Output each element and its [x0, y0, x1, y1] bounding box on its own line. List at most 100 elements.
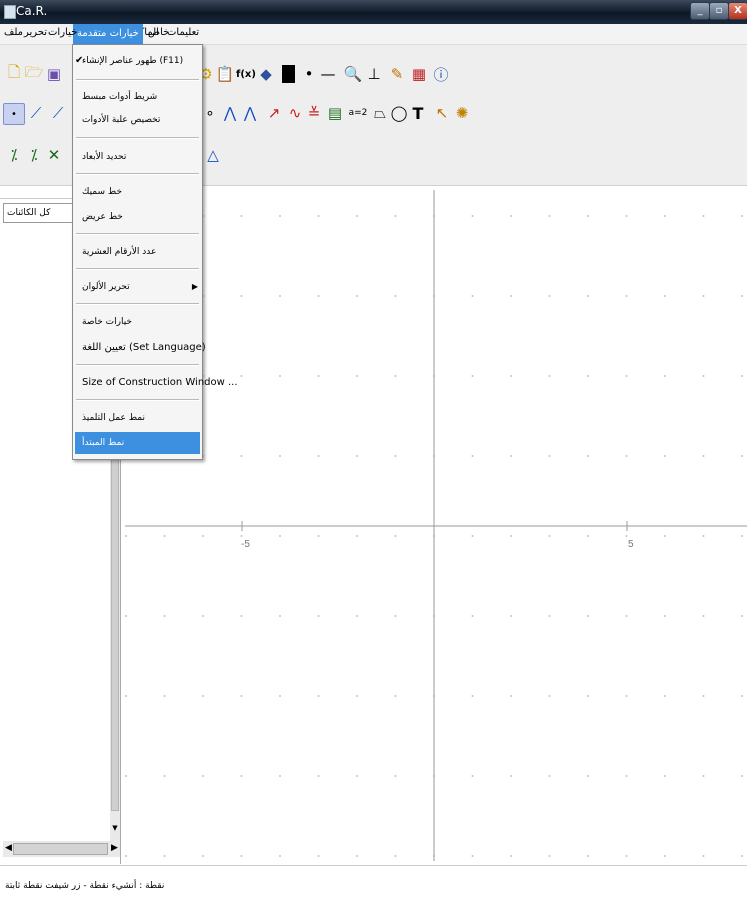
grid-dot	[394, 615, 397, 617]
menu-options[interactable]: خيارات	[48, 27, 77, 38]
close-button[interactable]: X	[728, 2, 747, 20]
line-tool-icon[interactable]: ⟋	[48, 103, 68, 123]
polygon-point-icon[interactable]: ∘	[200, 103, 220, 123]
grid-dot	[471, 775, 474, 777]
triangle-tool-icon[interactable]: ⋀	[240, 103, 260, 123]
grid-dot	[394, 295, 397, 297]
grid-dot	[394, 375, 397, 377]
grid-dot	[356, 215, 358, 217]
scroll-down-arrow-icon[interactable]: ▼	[110, 824, 120, 836]
x-axis-label-pos5: 5	[628, 539, 634, 550]
triangle-area-icon[interactable]: △	[203, 145, 223, 165]
ratio-tool-icon[interactable]: ⁒	[24, 145, 44, 165]
grid-dot	[510, 695, 512, 697]
grid-dot	[741, 695, 743, 697]
grid-dot	[394, 535, 397, 537]
grid-dot	[317, 535, 320, 537]
point-size-icon[interactable]: •	[299, 64, 319, 84]
grid-dot	[741, 455, 743, 457]
grid-dot	[394, 695, 397, 697]
zoom-icon[interactable]: 🔍	[343, 64, 363, 84]
circle-tool-icon[interactable]: ◯	[389, 103, 409, 123]
parabola-tool-icon[interactable]: ≚	[304, 103, 324, 123]
clipboard-icon[interactable]: 📋	[215, 64, 235, 84]
pencil-icon[interactable]: ✎	[387, 64, 407, 84]
grid-dot	[702, 855, 705, 857]
menu-help[interactable]: تعليمات	[167, 27, 199, 38]
menu-advanced-options[interactable]: خيارات متقدمة	[73, 24, 143, 44]
grid-dot	[741, 535, 743, 537]
grid-dot	[394, 775, 397, 777]
grid-dot	[510, 615, 512, 617]
curve-tool-icon[interactable]: ∿	[285, 103, 305, 123]
grid-dot	[471, 855, 474, 857]
menu-item-edit-colors[interactable]: تحرير الألوان ▶	[73, 277, 202, 297]
scroll-right-arrow-icon[interactable]: ▶	[111, 843, 118, 853]
menu-item-construction-window-size[interactable]: Size of Construction Window ...	[73, 373, 238, 393]
grid-dot	[625, 215, 628, 217]
angle-tool-icon[interactable]: ⋀	[220, 103, 240, 123]
menu-item-beginner-mode[interactable]: نمط المبتدأ	[75, 432, 200, 454]
color-grid-icon[interactable]: ▦	[409, 64, 429, 84]
status-bar: نقطة : أنشيء نقطة - زر شيفت نقطة ثابتة	[0, 865, 747, 901]
grid-dot	[587, 535, 589, 537]
image-tool-icon[interactable]: ▤	[325, 103, 345, 123]
maximize-button[interactable]: ▫	[709, 2, 729, 20]
menu-item-decimal-digits[interactable]: عدد الأرقام العشرية	[73, 242, 202, 262]
vector-tool-icon[interactable]: ↗	[264, 103, 284, 123]
grid-dot	[317, 295, 320, 297]
construction-canvas[interactable]: -5 5	[121, 186, 747, 864]
grid-dot	[279, 775, 281, 777]
fill-icon[interactable]	[278, 64, 298, 84]
minimize-button[interactable]: _	[690, 2, 710, 20]
menu-item-special-options[interactable]: خيارات خاصة	[73, 312, 202, 332]
horizontal-scrollbar[interactable]: ◀ ▶	[3, 841, 120, 857]
intersection-tool-icon[interactable]: ✕	[44, 145, 64, 165]
function-tool[interactable]: f(x)	[236, 64, 256, 84]
horizontal-scroll-thumb[interactable]	[13, 843, 108, 855]
menu-item-show-construction[interactable]: ✔ طهور عناصر الإنشاء (F11)	[73, 51, 202, 71]
status-text: نقطة : أنشيء نقطة - زر شيفت نقطة ثابتة	[5, 881, 165, 891]
menu-file[interactable]: ملف	[4, 27, 23, 38]
segment-tool-icon[interactable]: ⟋	[26, 103, 46, 123]
grid-dot	[625, 775, 628, 777]
new-file-icon[interactable]: 🗋	[4, 63, 24, 84]
expression-tool-icon[interactable]: a=2	[348, 103, 368, 123]
grid-dot	[356, 695, 358, 697]
flip-icon[interactable]: ◆	[256, 64, 276, 84]
midpoint-tool-icon[interactable]: ⁒	[4, 145, 24, 165]
menu-item-thick-line[interactable]: خط سميك	[73, 182, 202, 202]
grid-dot	[741, 615, 743, 617]
grid-dot	[741, 295, 743, 297]
grid-dot	[587, 695, 589, 697]
grid-dot	[279, 375, 281, 377]
grid-dot	[548, 375, 551, 377]
axis-icon[interactable]: ⊥	[364, 64, 384, 84]
quadrilateral-tool-icon[interactable]: ⏢	[370, 103, 390, 123]
object-filter-select[interactable]: كل الكائنات	[3, 203, 75, 223]
edit-tool-icon[interactable]: ↖	[432, 103, 452, 123]
open-folder-icon[interactable]: 🗁	[24, 63, 44, 84]
menu-item-customize-toolbox[interactable]: تخصيص علبة الأدوات	[73, 110, 202, 130]
save-icon[interactable]: ▣	[44, 64, 64, 84]
grid-dot	[587, 455, 589, 457]
menu-item-simple-toolbar[interactable]: شريط أدوات مبسط	[73, 87, 202, 107]
menu-item-wide-line[interactable]: خط عريض	[73, 207, 202, 227]
macro-tool-icon[interactable]: ✺	[452, 103, 472, 123]
grid-dot	[741, 775, 743, 777]
text-tool-icon[interactable]: T	[408, 103, 428, 123]
info-icon[interactable]: ⓘ	[431, 64, 451, 84]
grid-dot	[163, 615, 166, 617]
line-style-icon[interactable]: —	[318, 64, 338, 84]
menu-item-dimensions[interactable]: تحديد الأبعاد	[73, 147, 202, 167]
grid-dot	[471, 215, 474, 217]
grid-dot	[741, 855, 743, 857]
grid-dot	[317, 615, 320, 617]
menu-edit[interactable]: تحرير	[24, 27, 47, 38]
menu-item-set-language[interactable]: تعيين اللغة (Set Language)	[73, 338, 206, 358]
grid-dot	[625, 295, 628, 297]
grid-dot	[356, 295, 358, 297]
menu-item-student-mode[interactable]: نمط عمل التلميذ	[73, 408, 202, 428]
point-tool-icon[interactable]: •	[3, 103, 25, 125]
scroll-left-arrow-icon[interactable]: ◀	[5, 843, 12, 853]
